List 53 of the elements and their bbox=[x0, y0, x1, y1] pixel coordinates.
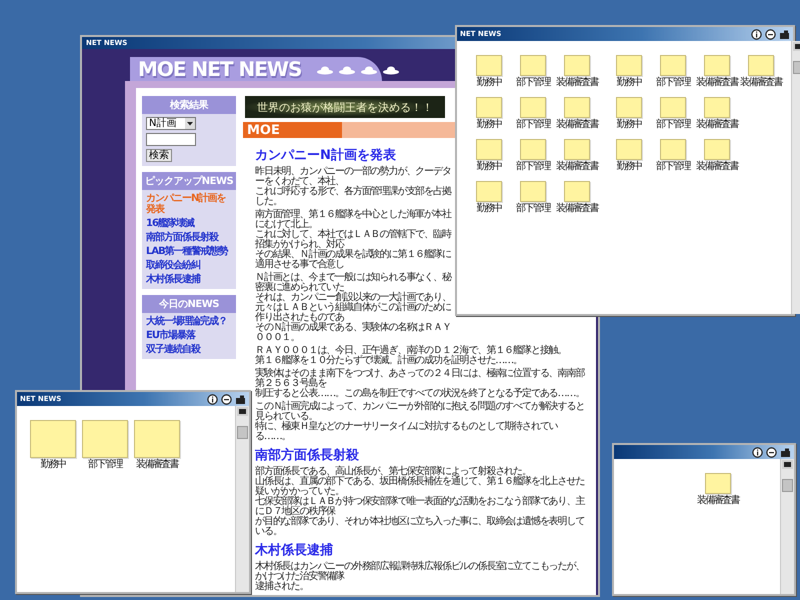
icon-label: 部下管理 bbox=[656, 119, 690, 130]
icon-label: 装備審査書 bbox=[556, 203, 598, 214]
icon-label: 装備審査書 bbox=[136, 459, 178, 470]
icon-label: 装備審査書 bbox=[556, 161, 598, 172]
news-link[interactable]: LAB第一種警戒態勢 bbox=[146, 246, 232, 257]
icon-label: 装備審査書 bbox=[696, 77, 738, 88]
article-paragraph: ＲＡＹ０００１は、今日、正午過ぎ、南洋のＤ１２海で、第１６艦隊と接触。 第１６艦隊を１０分たらずで壊滅。計画の成功を証明させた……。 bbox=[255, 346, 568, 366]
icon-label: 勤務中 bbox=[616, 161, 642, 172]
icon-label: 勤務中 bbox=[476, 77, 502, 88]
icon-label: 装備審査書 bbox=[556, 77, 598, 88]
box-heading: 今日のNEWS bbox=[142, 295, 236, 313]
news-link[interactable]: 16艦隊壊滅 bbox=[146, 218, 232, 229]
news-link[interactable]: 双子連続自殺 bbox=[146, 344, 232, 355]
icon-label: 部下管理 bbox=[516, 203, 550, 214]
news-link[interactable]: 木村係長逮捕 bbox=[146, 274, 232, 285]
article-paragraph: 南方面管理、第１６艦隊を中心とした海軍が本社にむけて北上。 これに対して、本社ではＬＡＢの管轄下で、臨時招集がかけられ、対応 その結果、Ｎ計画の成果を試験的に第１６艦隊に適用させる事で合意し bbox=[255, 210, 452, 270]
icon-label: 装備審査書 bbox=[740, 77, 782, 88]
news-link[interactable]: 南部方面係長射殺 bbox=[146, 232, 232, 243]
icon-label: 部下管理 bbox=[88, 459, 122, 470]
article-paragraph: Ｎ計画とは、今まで一般には知られる事なく、秘密裏に進められていた それは、カンパニー創設以来の一大計画であり、 元々はＬＡＢという組織自体がこの計画のために作り出されたものであ そのＮ計画の成果である、実験体の名称はＲＡＹ０００１。 bbox=[255, 273, 452, 343]
icon-label: 勤務中 bbox=[40, 459, 66, 470]
news-link[interactable]: 取締役会紛糾 bbox=[146, 260, 232, 271]
site-logo: MOE NET NEWS bbox=[138, 57, 302, 81]
article-paragraph: このＮ計画完成によって、カンパニーが外部的に抱える問題のすべてが解決すると見られている。 特に、極東Ｈ皇などのナーサリータイムに対抗するものとして期待されている……。 bbox=[255, 402, 586, 442]
icon-label: 勤務中 bbox=[476, 161, 502, 172]
icon-label: 装備審査書 bbox=[696, 495, 739, 506]
icon-label: 装備審査書 bbox=[696, 119, 738, 130]
article-paragraph: 実験体はそのまま南下をつづけ、あさっての２４日には、極南に位置する、南南部第２５６３号島を 制圧すると公表……。この島を制圧ですべての状況を終了となる予定である……。 bbox=[255, 369, 586, 399]
icon-label: 部下管理 bbox=[516, 77, 550, 88]
icon-label: 勤務中 bbox=[476, 119, 502, 130]
article-paragraph: 部方面係長である、高山係長が、第七保安部隊によって射殺された。 山係長は、直属の部下である、坂田橋係長補佐を通じて、第１６艦隊を北上させた疑いがかかっていた。 七保安部隊はＬＡＢが持つ保安部隊で唯一表面的な活動をおこなう部隊であり、主にＤ７地区の秩序保 が目的な部隊であり、それが本社地区に立ち入った事に、取締会は遺憾を表明している。 bbox=[255, 467, 586, 537]
article-paragraph: 木村係長はカンパニーの外務部広報課特殊広報係ビルの係長室に立てこもったが、かけつけた治安警備隊 逮捕された。 bbox=[255, 562, 586, 592]
icon-label: 勤務中 bbox=[616, 77, 642, 88]
icon-label: 勤務中 bbox=[616, 119, 642, 130]
news-link[interactable]: EU市場暴落 bbox=[146, 330, 232, 341]
icon-label: 部下管理 bbox=[516, 161, 550, 172]
icon-label: 装備審査書 bbox=[556, 119, 598, 130]
section-bar: MOE bbox=[243, 122, 342, 138]
article-paragraph: 昨日未明、カンパニーの一部の勢力が、クーデターをくわだて、本社、 これに呼応する形で、各方面管理課が支部を占拠した。 bbox=[255, 167, 452, 207]
icon-label: 勤務中 bbox=[476, 203, 502, 214]
article-heading: 南部方面係長射殺 bbox=[255, 446, 359, 464]
search-select[interactable]: N計画 bbox=[146, 117, 196, 130]
box-heading: ピックアップNEWS bbox=[142, 172, 236, 190]
article-heading: 木村係長逮捕 bbox=[255, 542, 333, 559]
article-heading: カンパニーN計画を発表 bbox=[255, 146, 396, 164]
icon-label: 部下管理 bbox=[516, 119, 550, 130]
icon-label: 装備審査書 bbox=[696, 161, 738, 172]
ad-banner[interactable]: 世界のお猿が格闘王者を決める！！ bbox=[245, 96, 445, 118]
search-button[interactable]: 検索 bbox=[146, 149, 172, 162]
box-heading: 検索結果 bbox=[142, 96, 236, 114]
icon-label: 部下管理 bbox=[656, 161, 690, 172]
icon-label: 部下管理 bbox=[656, 77, 690, 88]
news-link[interactable]: 大統一場理論完成？ bbox=[146, 316, 232, 327]
